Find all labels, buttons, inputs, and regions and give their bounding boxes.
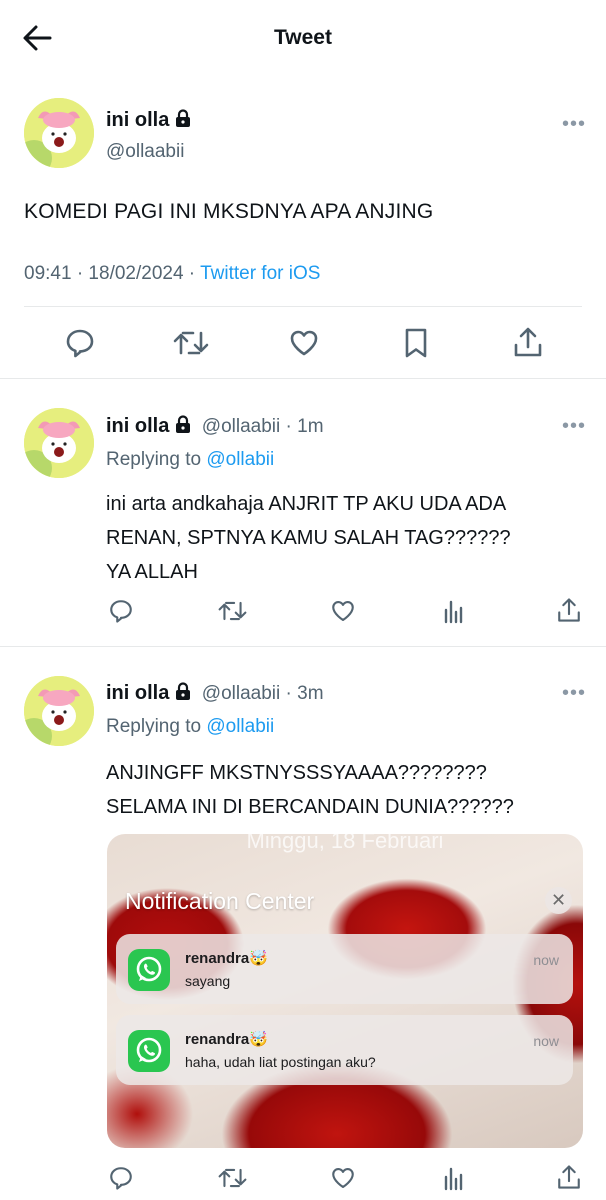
replying-to-label: Replying to [106, 449, 207, 470]
avatar[interactable] [24, 98, 94, 168]
tweet-source-link[interactable]: Twitter for iOS [200, 263, 320, 284]
notification-center-title: Notification Center [125, 888, 315, 914]
tweet-text: KOMEDI PAGI INI MKSDNYA APA ANJING [24, 200, 434, 223]
author-handle[interactable]: @ollaabii [106, 141, 184, 163]
reply-text-line: YA ALLAH [106, 561, 198, 583]
page-title: Tweet [274, 26, 332, 49]
author-name[interactable]: ini olla [106, 109, 191, 134]
reply-text-line: SELAMA INI DI BERCANDAIN DUNIA?????? [106, 796, 514, 818]
divider [0, 378, 606, 379]
reply-icon[interactable] [64, 327, 96, 359]
views-icon[interactable] [443, 1165, 465, 1191]
mention-link[interactable]: @ollabii [206, 716, 274, 737]
notification-card: renandra🤯 haha, udah liat postingan aku?… [116, 1015, 573, 1085]
lock-icon [175, 109, 191, 134]
reply-text-line: RENAN, SPTNYA KAMU SALAH TAG?????? [106, 527, 511, 549]
notification-time: now [533, 1033, 559, 1049]
tweet-meta: 09:41 · 18/02/2024 · Twitter for iOS [24, 263, 320, 285]
more-icon[interactable]: ••• [562, 113, 586, 136]
avatar[interactable] [24, 408, 94, 478]
mention-link[interactable]: @ollabii [206, 449, 274, 470]
notification-time: now [533, 952, 559, 968]
tweet-timestamp: 09:41 · 18/02/2024 · [24, 263, 201, 284]
like-icon[interactable] [330, 598, 356, 624]
more-icon[interactable]: ••• [562, 415, 586, 438]
attached-image[interactable]: Minggu, 18 Februari Notification Center … [107, 834, 583, 1148]
lock-icon [175, 682, 191, 706]
reply-text-line: ini arta andkahaja ANJRIT TP AKU UDA ADA [106, 493, 507, 515]
share-icon[interactable] [556, 596, 582, 624]
reply-icon[interactable] [108, 1165, 134, 1191]
top-bar: Tweet [0, 0, 606, 76]
retweet-icon[interactable] [218, 598, 247, 624]
like-icon[interactable] [330, 1165, 356, 1191]
notification-sender: renandra🤯 [185, 950, 268, 967]
notification-message: haha, udah liat postingan aku? [185, 1054, 376, 1070]
avatar[interactable] [24, 676, 94, 746]
reply-header: ini olla @ollaabii · 1m [106, 415, 324, 439]
author-handle[interactable]: @ollaabii · 1m [202, 416, 324, 437]
author-handle[interactable]: @ollaabii · 3m [202, 683, 324, 704]
replying-to-label: Replying to [106, 716, 207, 737]
reply-text: ini arta andkahaja ANJRIT TP AKU UDA ADA… [106, 487, 586, 589]
whatsapp-icon [128, 949, 170, 991]
reply-icon[interactable] [108, 598, 134, 624]
notification-message: sayang [185, 973, 231, 989]
like-icon[interactable] [288, 327, 320, 359]
author-name[interactable]: ini olla [106, 415, 169, 437]
bookmark-icon[interactable] [402, 327, 430, 359]
close-icon: ✕ [545, 887, 572, 914]
retweet-icon[interactable] [218, 1165, 247, 1191]
notification-sender: renandra🤯 [185, 1031, 268, 1048]
divider [24, 306, 582, 307]
divider [0, 646, 606, 647]
retweet-icon[interactable] [173, 327, 209, 359]
replying-to: Replying to @ollabii [106, 716, 274, 738]
reply-text: ANJINGFF MKSTNYSSSYAAAA???????? SELAMA I… [106, 756, 586, 824]
replying-to: Replying to @ollabii [106, 449, 274, 471]
reply-header: ini olla @ollaabii · 3m [106, 682, 324, 706]
author-name[interactable]: ini olla [106, 682, 169, 704]
notification-card: renandra🤯 sayang now [116, 934, 573, 1004]
views-icon[interactable] [443, 598, 465, 624]
lockscreen-date: Minggu, 18 Februari [246, 834, 444, 853]
reply-text-line: ANJINGFF MKSTNYSSSYAAAA???????? [106, 762, 487, 784]
whatsapp-icon [128, 1030, 170, 1072]
share-icon[interactable] [556, 1163, 582, 1191]
share-icon[interactable] [512, 325, 544, 359]
more-icon[interactable]: ••• [562, 682, 586, 705]
lock-icon [175, 415, 191, 439]
